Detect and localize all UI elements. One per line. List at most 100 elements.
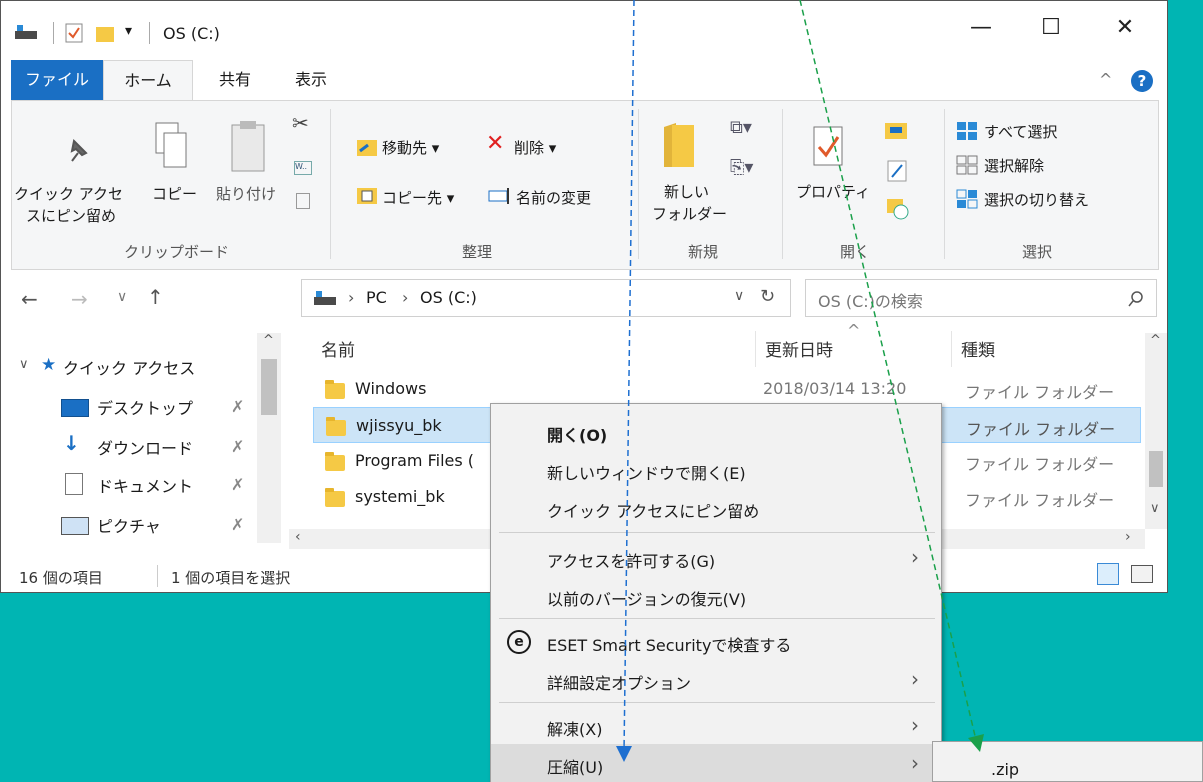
paste-shortcut-icon[interactable] bbox=[296, 193, 310, 209]
scroll-up-icon[interactable]: ^ bbox=[263, 333, 274, 348]
list-scroll-thumb[interactable] bbox=[1149, 451, 1163, 487]
edit-icon[interactable] bbox=[886, 159, 908, 183]
maximize-button[interactable]: ☐ bbox=[1031, 15, 1071, 40]
context-menu: 開く(O) 新しいウィンドウで開く(E) クイック アクセスにピン留め アクセス… bbox=[490, 403, 942, 782]
tab-home[interactable]: ホーム bbox=[103, 60, 193, 101]
select-none-icon bbox=[956, 155, 978, 175]
menu-item-eset-scan[interactable]: e ESET Smart Securityで検査する bbox=[491, 622, 941, 662]
nav-item-downloads[interactable]: ダウンロード bbox=[97, 435, 193, 459]
minimize-button[interactable]: — bbox=[961, 15, 1001, 40]
rename-button[interactable]: 名前の変更 bbox=[516, 187, 591, 208]
scroll-down-icon[interactable]: ∨ bbox=[1150, 501, 1160, 516]
copy-path-icon[interactable]: W.. bbox=[294, 161, 312, 175]
nav-scroll-thumb[interactable] bbox=[261, 359, 277, 415]
back-icon[interactable]: ← bbox=[21, 287, 38, 311]
large-icons-view-icon[interactable] bbox=[1131, 565, 1153, 583]
tab-file[interactable]: ファイル bbox=[11, 60, 103, 100]
easy-access-icon[interactable]: ⎘▾ bbox=[730, 157, 753, 178]
pin-icon[interactable]: ✗ bbox=[231, 437, 244, 456]
close-button[interactable]: ✕ bbox=[1105, 15, 1145, 40]
pin-quick-access-label-2[interactable]: スにピン留め bbox=[26, 205, 116, 226]
refresh-icon[interactable]: ↻ bbox=[760, 286, 775, 307]
copy-button[interactable]: コピー bbox=[152, 183, 197, 204]
column-header-type[interactable]: 種類 bbox=[961, 336, 995, 361]
new-item-icon[interactable]: ⧉▾ bbox=[730, 117, 752, 138]
search-input[interactable]: OS (C:)の検索 bbox=[818, 288, 923, 312]
file-type: ファイル フォルダー bbox=[965, 455, 1115, 474]
new-folder-qa-icon[interactable] bbox=[95, 23, 115, 43]
nav-item-documents[interactable]: ドキュメント bbox=[97, 473, 193, 497]
pin-icon[interactable]: ✗ bbox=[231, 475, 244, 494]
menu-item-open-new-window[interactable]: 新しいウィンドウで開く(E) bbox=[491, 450, 941, 490]
menu-item-pin-quick-access[interactable]: クイック アクセスにピン留め bbox=[491, 488, 941, 528]
folder-icon bbox=[325, 380, 345, 399]
drive-icon bbox=[15, 25, 37, 39]
menu-item-compress[interactable]: 圧縮(U) › bbox=[491, 744, 941, 782]
new-folder-label-2[interactable]: フォルダー bbox=[652, 203, 727, 224]
details-view-icon[interactable] bbox=[1097, 563, 1119, 585]
breadcrumb-drive[interactable]: OS (C:) bbox=[420, 288, 477, 307]
select-none-button[interactable]: 選択解除 bbox=[984, 155, 1044, 176]
menu-item-open[interactable]: 開く(O) bbox=[491, 412, 941, 452]
breadcrumb-pc[interactable]: PC bbox=[366, 288, 387, 307]
scroll-left-icon[interactable]: ‹ bbox=[295, 529, 301, 545]
file-date: 2018/03/14 13:20 bbox=[763, 379, 907, 398]
table-row[interactable]: Windows 2018/03/14 13:20 ファイル フォルダー bbox=[313, 371, 1141, 407]
history-icon[interactable] bbox=[886, 197, 910, 221]
recent-dropdown-icon[interactable]: ∨ bbox=[117, 289, 127, 305]
tab-view[interactable]: 表示 bbox=[281, 60, 341, 100]
column-header-name[interactable]: 名前 bbox=[321, 336, 355, 361]
paste-button[interactable]: 貼り付け bbox=[216, 183, 276, 204]
download-icon: ↓ bbox=[63, 431, 80, 455]
menu-item-label: 開く(O) bbox=[547, 426, 608, 445]
file-type: ファイル フォルダー bbox=[966, 420, 1116, 439]
pictures-icon bbox=[61, 517, 89, 535]
pin-icon[interactable]: ✗ bbox=[231, 397, 244, 416]
move-to-button[interactable]: 移動先 ▾ bbox=[382, 137, 439, 158]
select-all-button[interactable]: すべて選択 bbox=[984, 121, 1057, 142]
folder-icon bbox=[325, 452, 345, 471]
document-icon bbox=[65, 473, 83, 495]
properties-qa-icon[interactable] bbox=[65, 23, 83, 43]
pin-quick-access-label-1[interactable]: クイック アクセ bbox=[14, 183, 123, 204]
delete-icon: ✕ bbox=[486, 131, 505, 156]
menu-item-extract[interactable]: 解凍(X) › bbox=[491, 706, 941, 746]
delete-button[interactable]: 削除 ▾ bbox=[514, 137, 556, 158]
new-folder-label-1[interactable]: 新しい bbox=[664, 181, 709, 202]
expand-chevron-icon[interactable]: ∨ bbox=[19, 357, 29, 372]
nav-quick-access[interactable]: クイック アクセス bbox=[63, 355, 195, 379]
submenu-item-zip[interactable]: .zip bbox=[991, 760, 1019, 779]
menu-item-label: アクセスを許可する(G) bbox=[547, 552, 716, 571]
sort-ascending-icon: ^ bbox=[847, 321, 861, 340]
column-header-date[interactable]: 更新日時 bbox=[765, 336, 833, 361]
ribbon-collapse-icon[interactable]: ^ bbox=[1099, 70, 1112, 89]
up-icon[interactable]: ↑ bbox=[147, 285, 164, 309]
status-item-count: 16 個の項目 bbox=[19, 569, 103, 587]
file-name: systemi_bk bbox=[355, 487, 445, 506]
scroll-right-icon[interactable]: › bbox=[1125, 529, 1131, 545]
help-icon[interactable]: ? bbox=[1131, 70, 1153, 92]
invert-selection-button[interactable]: 選択の切り替え bbox=[984, 189, 1089, 210]
nav-item-pictures[interactable]: ピクチャ bbox=[97, 513, 161, 537]
list-vertical-scrollbar[interactable]: ^ ∨ bbox=[1145, 333, 1167, 529]
scroll-up-icon[interactable]: ^ bbox=[1150, 333, 1161, 348]
menu-item-give-access[interactable]: アクセスを許可する(G) › bbox=[491, 538, 941, 578]
open-icon[interactable] bbox=[884, 119, 916, 141]
tab-share[interactable]: 共有 bbox=[205, 60, 265, 100]
menu-item-advanced-options[interactable]: 詳細設定オプション › bbox=[491, 660, 941, 700]
properties-button[interactable]: プロパティ bbox=[796, 181, 870, 202]
title-bar: ▾ OS (C:) — ☐ ✕ bbox=[1, 1, 1167, 44]
cut-icon[interactable]: ✂ bbox=[292, 111, 309, 135]
address-bar[interactable]: › PC › OS (C:) ∨ ↻ bbox=[301, 279, 791, 317]
address-dropdown-icon[interactable]: ∨ bbox=[734, 288, 744, 304]
forward-icon[interactable]: → bbox=[71, 287, 88, 311]
pin-icon[interactable]: ✗ bbox=[231, 515, 244, 534]
search-box[interactable]: OS (C:)の検索 bbox=[805, 279, 1157, 317]
qa-dropdown-icon[interactable]: ▾ bbox=[125, 23, 132, 39]
menu-item-restore-versions[interactable]: 以前のバージョンの復元(V) bbox=[491, 576, 941, 616]
copy-to-button[interactable]: コピー先 ▾ bbox=[382, 187, 454, 208]
ribbon-separator bbox=[944, 109, 945, 259]
nav-scrollbar[interactable]: ^ bbox=[257, 333, 281, 543]
submenu-arrow-icon: › bbox=[911, 667, 919, 691]
nav-item-desktop[interactable]: デスクトップ bbox=[97, 395, 193, 419]
